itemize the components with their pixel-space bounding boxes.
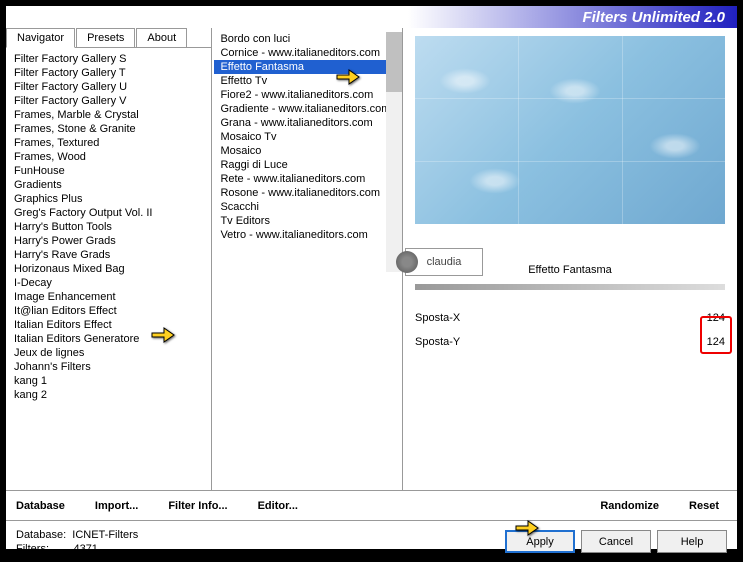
category-item[interactable]: Jeux de lignes (8, 346, 209, 360)
filter-item[interactable]: Effetto Fantasma (214, 60, 400, 74)
param-row-1: Sposta-Y 124 (415, 332, 725, 352)
db-label: Database: (16, 529, 66, 541)
filter-item[interactable]: Raggi di Luce (214, 158, 400, 172)
left-pane: Navigator Presets About Filter Factory G… (6, 28, 212, 490)
filter-item[interactable]: Scacchi (214, 200, 400, 214)
category-item[interactable]: Frames, Stone & Granite (8, 122, 209, 136)
category-item[interactable]: Filter Factory Gallery T (8, 66, 209, 80)
filter-item[interactable]: Gradiente - www.italianeditors.com (214, 102, 400, 116)
randomize-button[interactable]: Randomize (600, 500, 659, 512)
tab-about[interactable]: About (136, 28, 187, 47)
filter-item[interactable]: Effetto Tv (214, 74, 400, 88)
category-item[interactable]: Harry's Power Grads (8, 234, 209, 248)
category-item[interactable]: Frames, Wood (8, 150, 209, 164)
filter-item[interactable]: Rete - www.italianeditors.com (214, 172, 400, 186)
apply-button[interactable]: Apply (505, 530, 575, 553)
category-item[interactable]: I-Decay (8, 276, 209, 290)
import-button[interactable]: Import... (95, 500, 138, 512)
param-label: Sposta-X (415, 312, 475, 324)
category-item[interactable]: kang 2 (8, 388, 209, 402)
category-item[interactable]: Image Enhancement (8, 290, 209, 304)
filter-item[interactable]: Mosaico Tv (214, 130, 400, 144)
filter-item[interactable]: Bordo con luci (214, 32, 400, 46)
filters-count-label: Filters: (16, 543, 49, 555)
app-title: Filters Unlimited 2.0 (582, 9, 725, 26)
category-item[interactable]: Italian Editors Effect (8, 318, 209, 332)
category-item[interactable]: It@lian Editors Effect (8, 304, 209, 318)
help-button[interactable]: Help (657, 530, 727, 553)
category-item[interactable]: Graphics Plus (8, 192, 209, 206)
button-row: Database Import... Filter Info... Editor… (6, 490, 737, 520)
app-window: Filters Unlimited 2.0 Navigator Presets … (5, 5, 738, 550)
category-item[interactable]: Filter Factory Gallery S (8, 52, 209, 66)
slider-sposta-x[interactable] (475, 308, 695, 328)
category-item[interactable]: Frames, Textured (8, 136, 209, 150)
divider (415, 284, 725, 290)
filter-item[interactable]: Tv Editors (214, 214, 400, 228)
tab-presets[interactable]: Presets (76, 28, 135, 47)
cancel-button[interactable]: Cancel (581, 530, 651, 553)
editor-button[interactable]: Editor... (258, 500, 298, 512)
watermark-badge: claudia (405, 248, 483, 276)
category-item[interactable]: Johann's Filters (8, 360, 209, 374)
db-value: ICNET-Filters (72, 529, 138, 541)
middle-pane: Bordo con luciCornice - www.italianedito… (212, 28, 403, 490)
database-button[interactable]: Database (16, 500, 65, 512)
title-bar: Filters Unlimited 2.0 (6, 6, 737, 28)
filter-item[interactable]: Mosaico (214, 144, 400, 158)
filter-list[interactable]: Bordo con luciCornice - www.italianedito… (212, 28, 402, 246)
filter-item[interactable]: Grana - www.italianeditors.com (214, 116, 400, 130)
param-row-0: Sposta-X 124 (415, 308, 725, 328)
category-item[interactable]: Filter Factory Gallery U (8, 80, 209, 94)
filterinfo-button[interactable]: Filter Info... (168, 500, 227, 512)
param-value: 124 (695, 312, 725, 324)
category-item[interactable]: Harry's Rave Grads (8, 248, 209, 262)
category-item[interactable]: Frames, Marble & Crystal (8, 108, 209, 122)
category-item[interactable]: Greg's Factory Output Vol. II (8, 206, 209, 220)
watermark-text: claudia (427, 256, 462, 268)
category-item[interactable]: kang 1 (8, 374, 209, 388)
param-value: 124 (695, 336, 725, 348)
tabs: Navigator Presets About (6, 28, 211, 48)
main-area: Navigator Presets About Filter Factory G… (6, 28, 737, 490)
footer: Database: ICNET-Filters Filters: 4371 Ap… (6, 520, 737, 562)
category-item[interactable]: Italian Editors Generatore (8, 332, 209, 346)
preview-image (415, 36, 725, 224)
category-item[interactable]: Gradients (8, 178, 209, 192)
slider-sposta-y[interactable] (475, 332, 695, 352)
scroll-thumb[interactable] (386, 32, 402, 92)
filter-item[interactable]: Rosone - www.italianeditors.com (214, 186, 400, 200)
category-item[interactable]: Harry's Button Tools (8, 220, 209, 234)
filters-count-value: 4371 (73, 543, 97, 555)
filter-item[interactable]: Cornice - www.italianeditors.com (214, 46, 400, 60)
category-item[interactable]: Filter Factory Gallery V (8, 94, 209, 108)
tab-navigator[interactable]: Navigator (6, 28, 75, 48)
filter-item[interactable]: Fiore2 - www.italianeditors.com (214, 88, 400, 102)
category-item[interactable]: FunHouse (8, 164, 209, 178)
category-list[interactable]: Filter Factory Gallery SFilter Factory G… (6, 48, 211, 490)
category-item[interactable]: Horizonaus Mixed Bag (8, 262, 209, 276)
reset-button[interactable]: Reset (689, 500, 719, 512)
scrollbar[interactable] (386, 32, 402, 272)
db-info: Database: ICNET-Filters Filters: 4371 (16, 528, 499, 556)
param-label: Sposta-Y (415, 336, 475, 348)
filter-item[interactable]: Vetro - www.italianeditors.com (214, 228, 400, 242)
